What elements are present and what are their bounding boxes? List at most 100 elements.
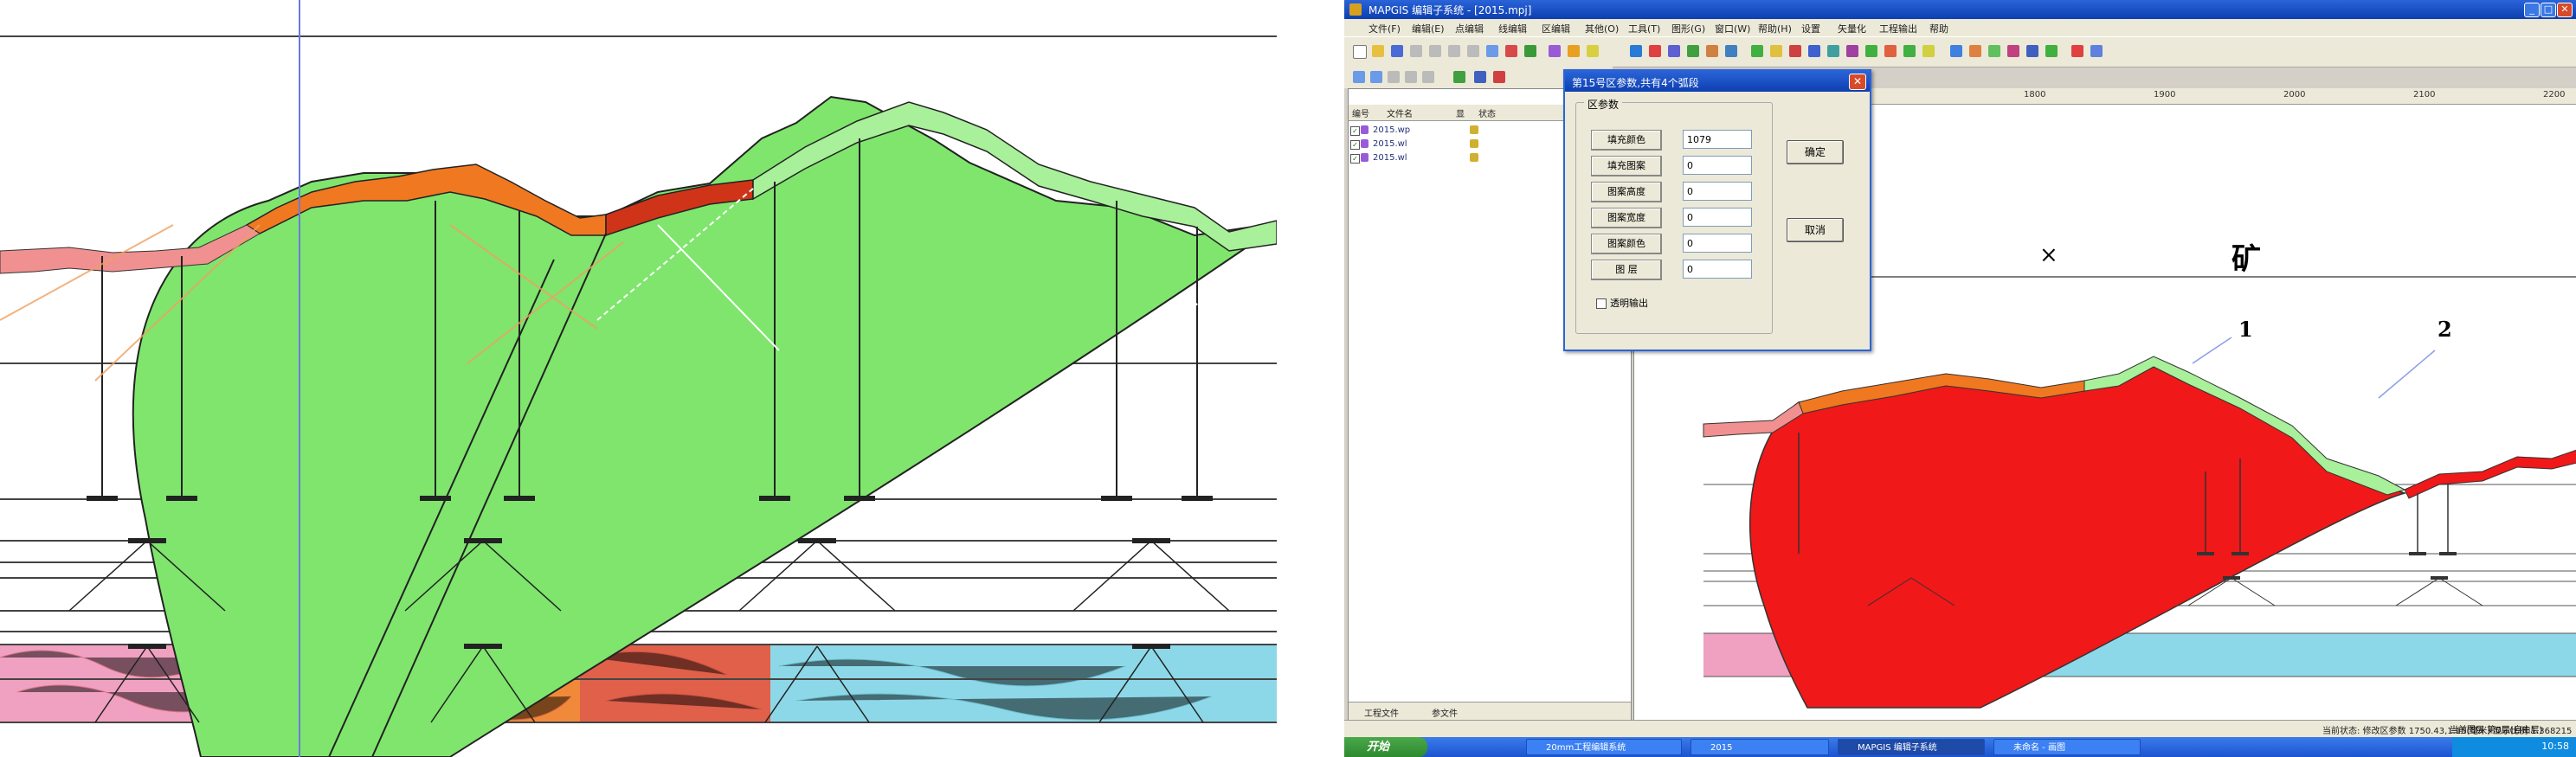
- taskbar-item[interactable]: MAPGIS 编辑子系统: [1838, 739, 1985, 755]
- menu-item[interactable]: 设置: [1801, 22, 1820, 35]
- zoom-out-icon[interactable]: [1370, 71, 1382, 83]
- fill-color-field[interactable]: 1079: [1683, 130, 1752, 149]
- globe-icon[interactable]: [1524, 45, 1536, 57]
- tool-icon[interactable]: [1884, 45, 1897, 57]
- taskbar-item[interactable]: 20mm工程编辑系统: [1526, 739, 1682, 755]
- menu-item[interactable]: 线编辑: [1498, 22, 1527, 35]
- select-icon[interactable]: [1474, 71, 1486, 83]
- column-header[interactable]: 文件名: [1387, 106, 1413, 119]
- menu-item[interactable]: 工程输出: [1879, 22, 1917, 35]
- fill-pattern-button[interactable]: 填充图案: [1591, 156, 1662, 176]
- fill-pattern-field[interactable]: 0: [1683, 156, 1752, 175]
- close-icon[interactable]: ✕: [1849, 74, 1866, 90]
- cancel-button[interactable]: 取消: [1787, 218, 1844, 242]
- paste-icon[interactable]: [1467, 45, 1479, 57]
- layer-icon[interactable]: [1453, 71, 1465, 83]
- area-icon[interactable]: [1587, 45, 1599, 57]
- tool-icon[interactable]: [1668, 45, 1680, 57]
- menu-item[interactable]: 帮助: [1929, 22, 1948, 35]
- pattern-width-field[interactable]: 0: [1683, 208, 1752, 227]
- redo-icon[interactable]: [1505, 45, 1517, 57]
- save-icon[interactable]: [1391, 45, 1403, 57]
- tool-icon[interactable]: [1865, 45, 1877, 57]
- pattern-color-field[interactable]: 0: [1683, 234, 1752, 253]
- tool-icon[interactable]: [1950, 45, 1962, 57]
- taskbar-item[interactable]: 未命名 - 画图: [1993, 739, 2141, 755]
- layer-button[interactable]: 图 层: [1591, 260, 1662, 280]
- menu-item[interactable]: 窗口(W): [1715, 22, 1750, 35]
- minimize-icon[interactable]: _: [2524, 3, 2540, 17]
- tool-icon[interactable]: [1827, 45, 1839, 57]
- tool-icon[interactable]: [1725, 45, 1737, 57]
- tool-icon[interactable]: [1706, 45, 1718, 57]
- copy-icon[interactable]: [1448, 45, 1460, 57]
- visibility-checkbox[interactable]: ✓: [1350, 126, 1360, 136]
- refresh-icon[interactable]: [1422, 71, 1434, 83]
- transparent-output-option[interactable]: 透明输出: [1596, 296, 1648, 310]
- undo-icon[interactable]: [1486, 45, 1498, 57]
- menu-item[interactable]: 区编辑: [1542, 22, 1570, 35]
- print-icon[interactable]: [1410, 45, 1422, 57]
- measure-icon[interactable]: [1493, 71, 1505, 83]
- tool-icon[interactable]: [1846, 45, 1858, 57]
- maximize-icon[interactable]: □: [2541, 3, 2556, 17]
- tool-icon[interactable]: [1770, 45, 1782, 57]
- pattern-color-button[interactable]: 图案颜色: [1591, 234, 1662, 254]
- tool-icon[interactable]: [1903, 45, 1916, 57]
- pattern-width-button[interactable]: 图案宽度: [1591, 208, 1662, 228]
- status-bar: 当前状态: 修改区参数 1750.43,1.15(毫米) 显示比例 1.3682…: [1344, 720, 2576, 738]
- state-icon: [1470, 125, 1478, 134]
- file-icon: [1361, 125, 1368, 134]
- pattern-height-field[interactable]: 0: [1683, 182, 1752, 201]
- menu-item[interactable]: 矢量化: [1838, 22, 1866, 35]
- window-titlebar[interactable]: MAPGIS 编辑子系统 - [2015.mpj] _ □ ✕: [1344, 0, 2576, 19]
- ok-button[interactable]: 确定: [1787, 140, 1844, 164]
- open-folder-icon[interactable]: [1372, 45, 1384, 57]
- cross-marker: ×: [2039, 242, 2058, 268]
- column-header[interactable]: 状态: [1478, 106, 1496, 119]
- tool-icon[interactable]: [1789, 45, 1801, 57]
- taskbar-item[interactable]: 2015: [1690, 739, 1829, 755]
- dialog-titlebar[interactable]: 第15号区参数,共有4个弧段 ✕: [1565, 71, 1870, 92]
- tool-icon[interactable]: [1922, 45, 1935, 57]
- tool-icon[interactable]: [2071, 45, 2083, 57]
- menu-item[interactable]: 编辑(E): [1412, 22, 1445, 35]
- transparent-checkbox[interactable]: [1596, 298, 1607, 309]
- tool-icon[interactable]: [2007, 45, 2019, 57]
- tool-icon[interactable]: [1988, 45, 2000, 57]
- menu-item[interactable]: 帮助(H): [1758, 22, 1792, 35]
- menu-item[interactable]: 工具(T): [1628, 22, 1660, 35]
- callout-label-1: 1: [2238, 317, 2253, 342]
- new-file-icon[interactable]: [1353, 45, 1367, 59]
- menu-item[interactable]: 图形(G): [1671, 22, 1705, 35]
- column-header[interactable]: 编号: [1352, 106, 1369, 119]
- edit-icon[interactable]: [1630, 45, 1642, 57]
- tool-icon[interactable]: [1649, 45, 1661, 57]
- pattern-height-button[interactable]: 图案高度: [1591, 182, 1662, 202]
- visibility-checkbox[interactable]: ✓: [1350, 154, 1360, 164]
- pan-icon[interactable]: [1405, 71, 1417, 83]
- tool-icon[interactable]: [1808, 45, 1820, 57]
- tool-icon[interactable]: [1687, 45, 1699, 57]
- tool-icon[interactable]: [1751, 45, 1763, 57]
- column-header[interactable]: 显: [1456, 106, 1465, 119]
- close-icon[interactable]: ✕: [2557, 3, 2573, 17]
- tool-icon[interactable]: [2026, 45, 2038, 57]
- point-icon[interactable]: [1549, 45, 1561, 57]
- cut-icon[interactable]: [1429, 45, 1441, 57]
- start-button[interactable]: 开始: [1344, 737, 1427, 757]
- menu-item[interactable]: 点编辑: [1455, 22, 1484, 35]
- fill-color-button[interactable]: 填充颜色: [1591, 130, 1662, 151]
- tool-icon[interactable]: [2090, 45, 2103, 57]
- tool-icon[interactable]: [2045, 45, 2058, 57]
- zoom-1to1-icon[interactable]: [1388, 71, 1400, 83]
- menu-item[interactable]: 文件(F): [1368, 22, 1401, 35]
- menu-item[interactable]: 其他(O): [1585, 22, 1619, 35]
- zoom-in-icon[interactable]: [1353, 71, 1365, 83]
- tab-project-files[interactable]: 工程文件: [1364, 706, 1399, 719]
- layer-field[interactable]: 0: [1683, 260, 1752, 279]
- tool-icon[interactable]: [1969, 45, 1981, 57]
- visibility-checkbox[interactable]: ✓: [1350, 140, 1360, 150]
- line-icon[interactable]: [1568, 45, 1580, 57]
- tab-reference-files[interactable]: 参文件: [1432, 706, 1458, 719]
